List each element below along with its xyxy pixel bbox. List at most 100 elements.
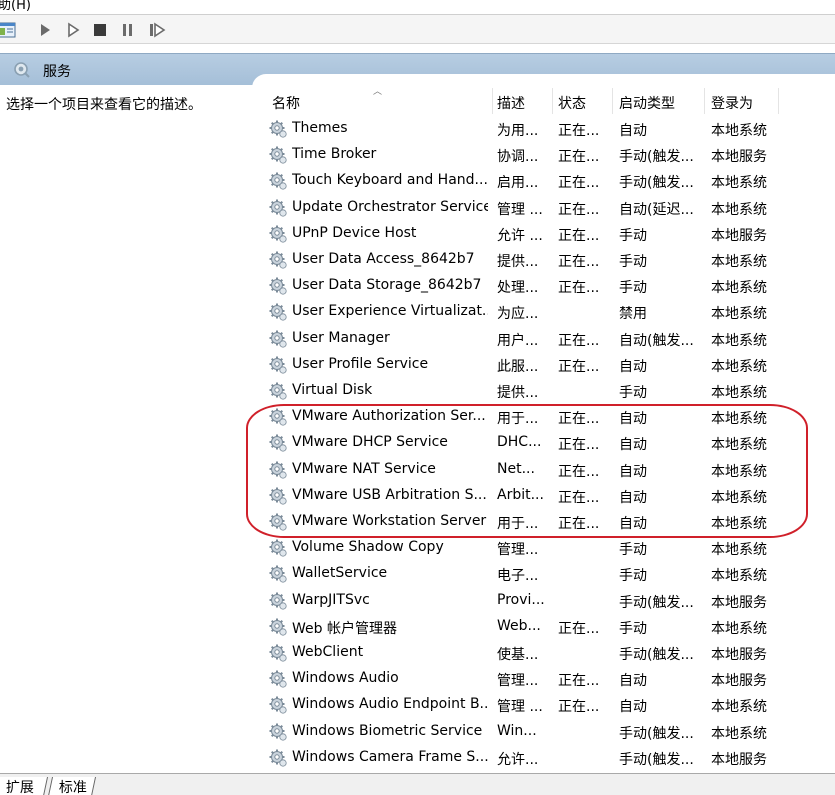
description-text: 选择一个项目来查看它的描述。: [6, 97, 202, 113]
table-row[interactable]: User Profile Service 此服... 正在... 自动 本地系统: [262, 352, 782, 378]
table-row[interactable]: Windows Audio 管理... 正在... 自动 本地服务: [262, 666, 782, 692]
service-log-on-as: 本地服务: [711, 149, 767, 166]
service-log-on-as: 本地系统: [711, 725, 767, 742]
column-header-label: 描述: [497, 96, 525, 112]
service-name: Themes: [292, 120, 348, 136]
service-status: 正在...: [558, 254, 600, 270]
service-status: 正在...: [558, 175, 600, 192]
play-icon: [41, 24, 50, 36]
table-row[interactable]: Web 帐户管理器 Web... 正在... 手动 本地系统: [262, 614, 782, 640]
service-name: User Data Access_8642b7: [292, 251, 475, 267]
service-startup-type: 自动: [619, 699, 647, 716]
service-name: Update Orchestrator Service: [292, 198, 488, 215]
stop-service-button[interactable]: [90, 20, 110, 40]
table-row[interactable]: Update Orchestrator Service 管理 ... 正在... 自动…: [262, 195, 782, 221]
column-header-log-on-as[interactable]: 登录为: [711, 90, 777, 114]
service-log-on-as: 本地系统: [711, 620, 767, 637]
service-description: 用户...: [497, 332, 539, 349]
table-row[interactable]: Touch Keyboard and Hand... 启用... 正在... 手动(触…: [262, 168, 782, 194]
pause-service-button[interactable]: [118, 20, 138, 40]
tab-label: 扩展: [5, 780, 34, 795]
service-description: 协调...: [497, 149, 539, 166]
service-description: 允许...: [497, 751, 539, 768]
annotation-highlight: [246, 404, 808, 538]
table-row[interactable]: User Experience Virtualizat... 为应... 禁用 本地系…: [262, 299, 782, 325]
service-startup-type: 自动: [619, 358, 647, 375]
service-description: 管理...: [497, 542, 539, 559]
table-row[interactable]: Virtual Disk 提供... 手动 本地系统: [262, 378, 782, 404]
service-log-on-as: 本地服务: [711, 594, 767, 611]
service-status: 正在...: [558, 358, 600, 375]
service-status: 正在...: [558, 201, 600, 218]
column-divider[interactable]: [612, 88, 613, 114]
service-name: WalletService: [292, 565, 388, 582]
service-startup-type: 手动(触发...: [619, 594, 694, 611]
service-startup-type: 自动(延迟...: [619, 201, 694, 218]
service-name: Time Broker: [292, 146, 377, 163]
service-startup-type: 手动: [619, 568, 647, 585]
column-header-label: 启动类型: [619, 96, 675, 112]
tab-standard[interactable]: 标准: [47, 777, 97, 795]
menu-bar: 助(H): [0, 0, 835, 14]
table-row[interactable]: Volume Shadow Copy 管理... 手动 本地系统: [262, 535, 782, 561]
gear-icon: [268, 276, 288, 296]
table-row[interactable]: Windows Biometric Service Win... 手动(触发... 本…: [262, 719, 782, 745]
tab-extended[interactable]: 扩展: [0, 777, 49, 795]
table-row[interactable]: WarpJITSvc Provi... 手动(触发... 本地服务: [262, 588, 782, 614]
column-header-description[interactable]: 描述: [497, 90, 549, 114]
service-startup-type: 自动: [619, 673, 647, 690]
service-log-on-as: 本地系统: [711, 385, 767, 401]
table-row[interactable]: UPnP Device Host 允许 ... 正在... 手动 本地服务: [262, 221, 782, 247]
column-divider[interactable]: [552, 88, 553, 114]
table-row[interactable]: User Manager 用户... 正在... 自动(触发... 本地系统: [262, 326, 782, 352]
service-log-on-as: 本地服务: [711, 647, 767, 663]
service-description: 管理...: [497, 673, 539, 690]
column-divider[interactable]: [492, 88, 493, 114]
gear-icon: [268, 669, 288, 689]
restart-service-button[interactable]: [147, 20, 167, 40]
table-row[interactable]: Time Broker 协调... 正在... 手动(触发... 本地服务: [262, 142, 782, 168]
service-startup-type: 自动: [619, 123, 647, 139]
service-startup-type: 手动: [619, 280, 647, 297]
service-startup-type: 手动: [619, 254, 647, 270]
service-name: Windows Audio Endpoint B...: [292, 696, 488, 713]
gear-icon: [268, 564, 288, 584]
service-name: UPnP Device Host: [292, 224, 417, 241]
table-row[interactable]: Themes 为用... 正在... 自动 本地系统: [262, 116, 782, 142]
console-view-button[interactable]: [0, 20, 17, 40]
service-log-on-as: 本地服务: [711, 673, 767, 690]
service-status: 正在...: [558, 620, 600, 637]
gear-icon: [268, 695, 288, 715]
service-startup-type: 手动(触发...: [619, 175, 694, 192]
service-description: 为用...: [497, 123, 539, 139]
column-header-name[interactable]: 名称: [272, 90, 492, 114]
gear-icon: [268, 381, 288, 401]
column-header-status[interactable]: 状态: [558, 90, 608, 114]
description-pane: 选择一个项目来查看它的描述。: [0, 85, 262, 773]
service-name: Touch Keyboard and Hand...: [292, 172, 488, 189]
gear-icon: [268, 198, 288, 218]
table-row[interactable]: User Data Access_8642b7 提供... 正在... 手动 本地系统: [262, 247, 782, 273]
service-name: Windows Audio: [292, 670, 399, 687]
column-divider[interactable]: [778, 88, 779, 114]
table-row[interactable]: Windows Camera Frame S... 允许... 手动(触发... 本地…: [262, 745, 782, 771]
pause-icon: [123, 24, 132, 36]
service-description: 电子...: [497, 568, 539, 585]
help-menu[interactable]: 助(H): [0, 0, 31, 13]
service-log-on-as: 本地系统: [711, 542, 767, 559]
gear-icon: [268, 722, 288, 742]
gear-icon: [268, 538, 288, 558]
restart-icon: [150, 22, 166, 38]
service-status: 正在...: [558, 332, 600, 349]
start-service-alt-button[interactable]: [63, 20, 83, 40]
column-divider[interactable]: [704, 88, 705, 114]
service-status: 正在...: [558, 280, 600, 297]
table-row[interactable]: WebClient 使基... 手动(触发... 本地服务: [262, 640, 782, 666]
service-name: User Experience Virtualizat...: [292, 303, 488, 320]
table-row[interactable]: WalletService 电子... 手动 本地系统: [262, 561, 782, 587]
column-header-startup-type[interactable]: 启动类型: [619, 90, 703, 114]
start-service-button[interactable]: [35, 20, 55, 40]
table-row[interactable]: Windows Audio Endpoint B... 管理 ... 正在... 自动…: [262, 692, 782, 718]
table-row[interactable]: User Data Storage_8642b7 处理... 正在... 手动 本地系统: [262, 273, 782, 299]
service-startup-type: 手动: [619, 620, 647, 637]
